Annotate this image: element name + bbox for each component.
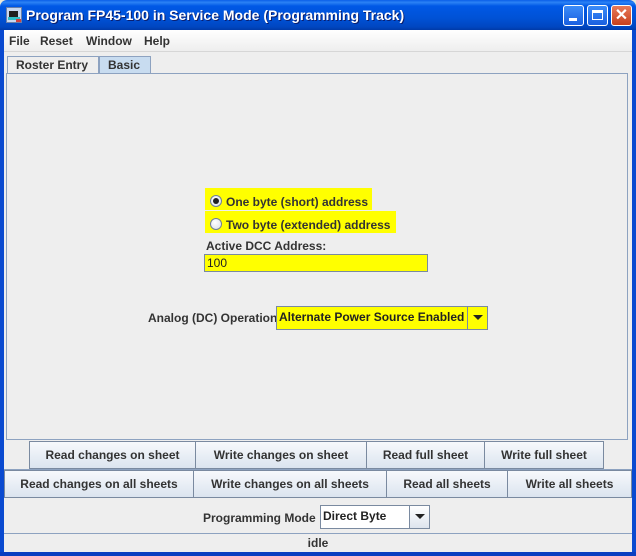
analog-operation-label: Analog (DC) Operation	[148, 311, 278, 325]
radio-selected-dot	[213, 198, 219, 204]
window-title: Program FP45-100 in Service Mode (Progra…	[26, 7, 405, 23]
window-frame-bottom	[0, 552, 636, 556]
minimize-icon	[569, 18, 577, 21]
maximize-icon	[592, 10, 603, 20]
window-frame-right	[632, 30, 636, 556]
read-all-sheets-button[interactable]: Read all sheets	[386, 470, 508, 498]
basic-tab-panel: One byte (short) address Two byte (exten…	[6, 73, 628, 440]
menu-bar: File Reset Window Help	[4, 30, 632, 52]
locomotive-icon	[6, 7, 22, 23]
analog-operation-value: Alternate Power Source Enabled	[279, 310, 465, 324]
menu-file[interactable]: File	[9, 34, 30, 48]
long-address-radio[interactable]	[210, 218, 222, 230]
close-icon: ✕	[614, 7, 629, 24]
menu-help[interactable]: Help	[144, 34, 170, 48]
minimize-button[interactable]	[563, 5, 584, 26]
write-changes-on-all-sheets-button[interactable]: Write changes on all sheets	[193, 470, 387, 498]
analog-dropdown-button[interactable]	[467, 307, 487, 329]
write-changes-on-sheet-button[interactable]: Write changes on sheet	[195, 441, 367, 469]
tab-basic[interactable]: Basic	[99, 56, 151, 73]
write-full-sheet-button[interactable]: Write full sheet	[484, 441, 604, 469]
long-address-label[interactable]: Two byte (extended) address	[226, 218, 390, 232]
menu-reset[interactable]: Reset	[40, 34, 73, 48]
read-changes-on-sheet-button[interactable]: Read changes on sheet	[29, 441, 196, 469]
active-dcc-address-field[interactable]: 100	[204, 254, 428, 272]
programming-mode-dropdown-button[interactable]	[409, 506, 429, 528]
chevron-down-icon	[473, 315, 483, 320]
active-dcc-address-label: Active DCC Address:	[206, 239, 327, 253]
programming-mode-label: Programming Mode	[203, 511, 316, 525]
content-pane: File Reset Window Help Roster Entry Basi…	[4, 30, 632, 552]
read-full-sheet-button[interactable]: Read full sheet	[366, 441, 485, 469]
analog-operation-select[interactable]: Alternate Power Source Enabled	[276, 306, 488, 330]
title-bar[interactable]: Program FP45-100 in Service Mode (Progra…	[0, 0, 636, 30]
chevron-down-icon	[415, 514, 425, 519]
read-changes-on-all-sheets-button[interactable]: Read changes on all sheets	[4, 470, 194, 498]
programming-mode-value: Direct Byte	[323, 509, 387, 523]
close-button[interactable]: ✕	[611, 5, 632, 26]
short-address-radio[interactable]	[210, 195, 222, 207]
tab-roster-entry[interactable]: Roster Entry	[7, 56, 99, 73]
menu-window[interactable]: Window	[86, 34, 132, 48]
status-text: idle	[307, 536, 329, 550]
maximize-button[interactable]	[587, 5, 608, 26]
programming-mode-select[interactable]: Direct Byte	[320, 505, 430, 529]
write-all-sheets-button[interactable]: Write all sheets	[507, 470, 632, 498]
programmer-window: Program FP45-100 in Service Mode (Progra…	[0, 0, 636, 556]
short-address-label[interactable]: One byte (short) address	[226, 195, 368, 209]
